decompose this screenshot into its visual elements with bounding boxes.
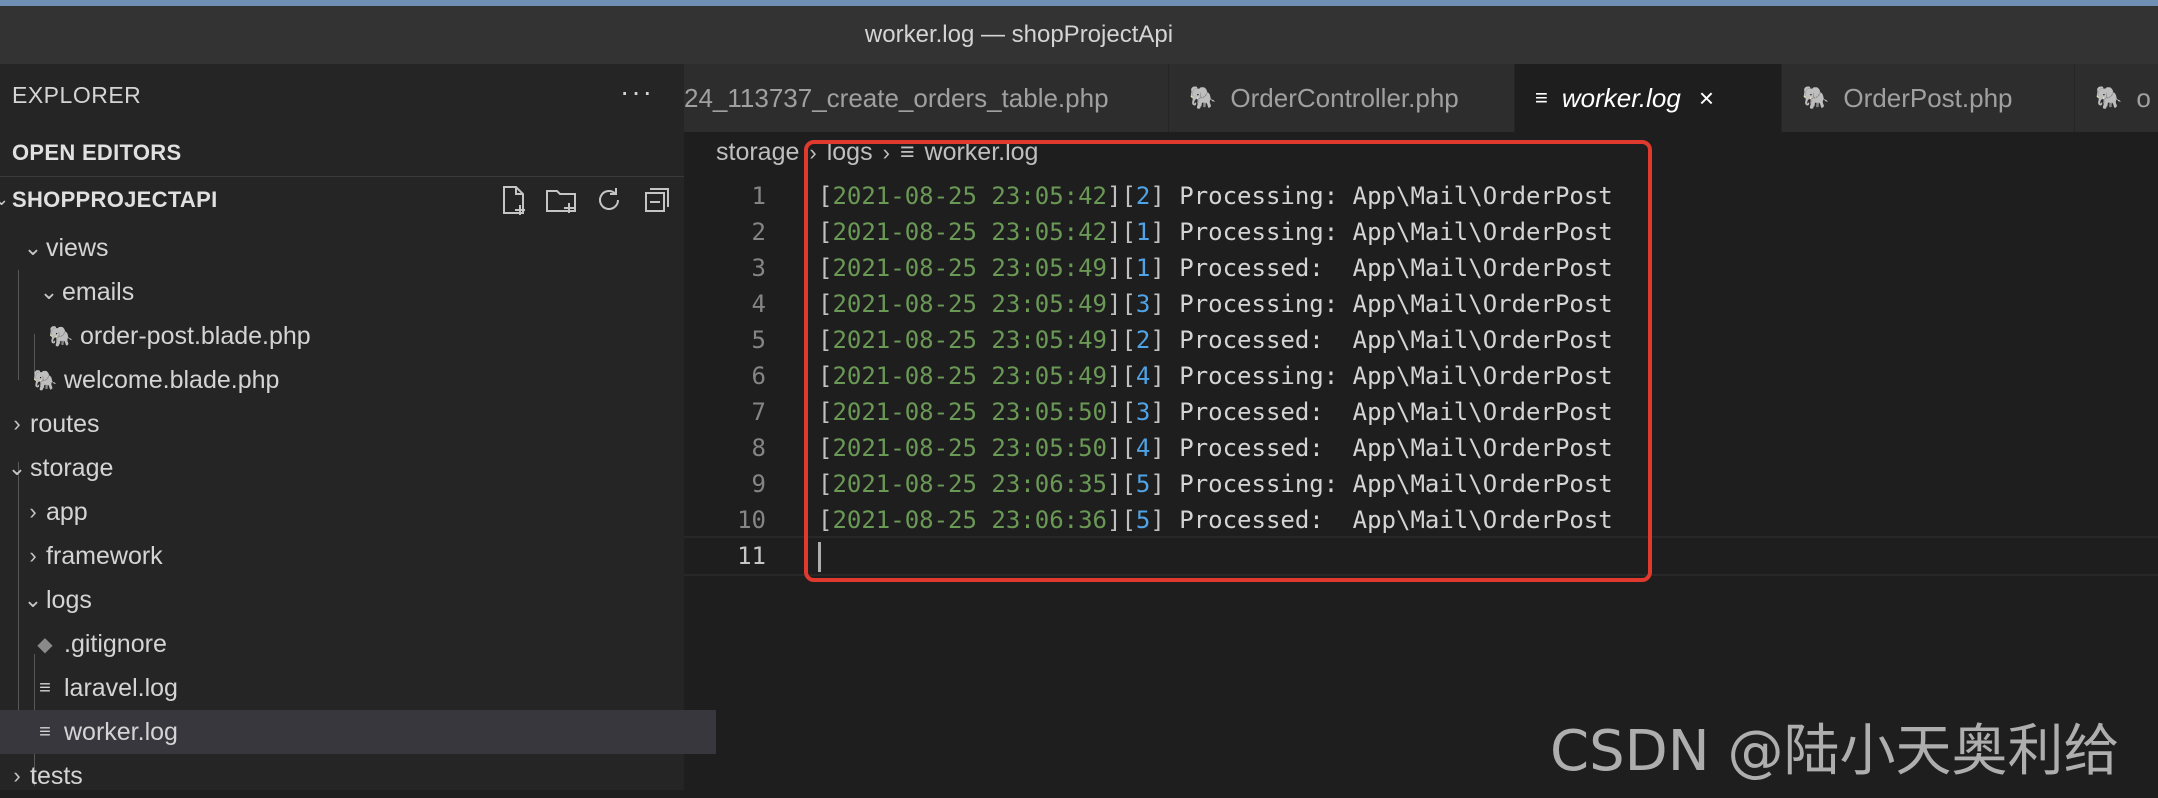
tree-item-label: views xyxy=(46,233,109,262)
tab-order-post[interactable]: 🐘 OrderPost.php xyxy=(1782,64,2075,132)
explorer-sidebar: EXPLORER ··· OPEN EDITORS ⌄ SHOPPROJECTA… xyxy=(0,64,716,790)
tree-item-label: app xyxy=(46,497,88,526)
chevron-right-icon: › xyxy=(29,543,37,568)
line-number: 4 xyxy=(751,290,766,318)
new-file-icon[interactable] xyxy=(496,183,530,217)
php-elephant-icon: 🐘 xyxy=(1802,85,1830,110)
tree-folder-logs[interactable]: ⌄ logs xyxy=(0,578,704,622)
tree-file-gitignore[interactable]: ◆ .gitignore xyxy=(0,622,716,666)
close-icon[interactable]: × xyxy=(1699,83,1714,114)
php-elephant-icon: 🐘 xyxy=(32,369,58,392)
chevron-right-icon: › xyxy=(13,763,21,788)
chevron-down-icon: ⌄ xyxy=(23,587,43,612)
tree-file-welcome-blade[interactable]: 🐘 welcome.blade.php xyxy=(0,358,716,402)
new-folder-icon[interactable] xyxy=(544,183,578,217)
chevron-down-icon: ⌄ xyxy=(7,455,27,480)
tab-label: 24_113737_create_orders_table.php xyxy=(684,82,1109,113)
tree-file-order-post-blade[interactable]: 🐘 order-post.blade.php xyxy=(0,314,732,358)
line-number: 7 xyxy=(751,398,766,426)
tree-folder-app[interactable]: › app xyxy=(0,490,704,534)
project-section[interactable]: ⌄ SHOPPROJECTAPI xyxy=(0,176,684,227)
lines-icon: ≡ xyxy=(39,720,51,743)
tree-item-label: worker.log xyxy=(64,717,178,746)
chevron-right-icon: › xyxy=(29,499,37,524)
php-elephant-icon: 🐘 xyxy=(48,325,74,348)
php-elephant-icon: 🐘 xyxy=(1189,85,1217,110)
line-number: 9 xyxy=(751,470,766,498)
window-title: worker.log — shopProjectApi xyxy=(864,21,1174,48)
editor-tab-bar: 24_113737_create_orders_table.php 🐘 Orde… xyxy=(684,64,2158,132)
chevron-right-icon: › xyxy=(13,411,21,436)
tree-item-label: laravel.log xyxy=(64,673,178,702)
tree-folder-storage[interactable]: ⌄ storage xyxy=(0,446,688,490)
explorer-actions xyxy=(496,183,674,217)
tab-label: OrderController.php xyxy=(1230,82,1459,113)
watermark: CSDN @陆小天奥利给 xyxy=(1550,719,2120,784)
highlight-annotation-box xyxy=(804,140,1652,582)
tree-file-worker-log[interactable]: ≡ worker.log xyxy=(0,710,716,754)
chevron-down-icon: ⌄ xyxy=(39,279,59,304)
breadcrumb-storage[interactable]: storage xyxy=(716,138,799,167)
tab-label: o xyxy=(2136,82,2151,113)
tree-item-label: emails xyxy=(62,277,135,306)
php-elephant-icon: 🐘 xyxy=(2095,85,2123,110)
collapse-all-icon[interactable] xyxy=(640,183,674,217)
line-number: 10 xyxy=(737,506,766,534)
open-editors-section[interactable]: OPEN EDITORS xyxy=(12,140,181,166)
explorer-header: EXPLORER xyxy=(12,82,142,108)
tab-overflow[interactable]: 🐘 o xyxy=(2075,64,2158,132)
tree-item-label: welcome.blade.php xyxy=(64,365,280,394)
project-title: SHOPPROJECTAPI xyxy=(12,187,218,212)
tab-label: OrderPost.php xyxy=(1843,82,2013,113)
tab-order-controller[interactable]: 🐘 OrderController.php xyxy=(1169,64,1515,132)
tree-folder-routes[interactable]: › routes xyxy=(0,402,688,446)
lines-icon: ≡ xyxy=(39,676,51,699)
tab-create-orders-table[interactable]: 24_113737_create_orders_table.php xyxy=(684,64,1169,132)
tree-folder-emails[interactable]: ⌄ emails xyxy=(0,270,720,314)
git-diamond-icon: ◆ xyxy=(37,633,53,656)
tree-item-label: routes xyxy=(30,409,100,438)
tree-item-label: storage xyxy=(30,453,114,482)
line-number: 1 xyxy=(751,182,766,210)
tab-worker-log[interactable]: ≡ worker.log × xyxy=(1515,64,1782,132)
tree-file-laravel-log[interactable]: ≡ laravel.log xyxy=(0,666,716,710)
tree-item-label: order-post.blade.php xyxy=(80,321,311,350)
tree-folder-views[interactable]: ⌄ views xyxy=(0,226,704,270)
tree-item-label: framework xyxy=(46,541,163,570)
line-number: 8 xyxy=(751,434,766,462)
chevron-down-icon: ⌄ xyxy=(23,235,43,260)
line-number: 11 xyxy=(737,542,766,570)
chevron-down-icon: ⌄ xyxy=(0,189,10,209)
title-bar: worker.log — shopProjectApi xyxy=(0,6,2158,64)
more-actions-icon[interactable]: ··· xyxy=(620,76,654,108)
line-number: 2 xyxy=(751,218,766,246)
line-number: 5 xyxy=(751,326,766,354)
tree-item-label: logs xyxy=(46,585,92,614)
tab-label: worker.log xyxy=(1561,82,1681,113)
line-number: 3 xyxy=(751,254,766,282)
tree-item-label: tests xyxy=(30,761,83,790)
refresh-icon[interactable] xyxy=(592,183,626,217)
line-number: 6 xyxy=(751,362,766,390)
lines-icon: ≡ xyxy=(1535,85,1548,110)
tree-folder-tests[interactable]: › tests xyxy=(0,754,688,798)
tree-folder-framework[interactable]: › framework xyxy=(0,534,704,578)
tree-item-label: .gitignore xyxy=(64,629,167,658)
